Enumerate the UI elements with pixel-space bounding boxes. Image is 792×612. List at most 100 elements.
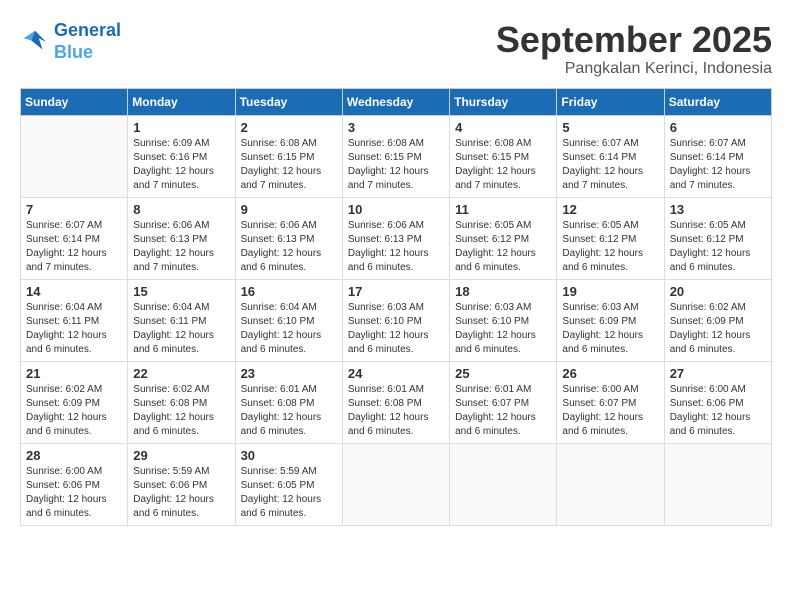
weekday-header-wednesday: Wednesday: [342, 88, 449, 115]
weekday-header-tuesday: Tuesday: [235, 88, 342, 115]
calendar-cell: 23 Sunrise: 6:01 AM Sunset: 6:08 PM Dayli…: [235, 361, 342, 443]
cell-sun-info: Sunrise: 6:02 AM Sunset: 6:09 PM Dayligh…: [26, 383, 122, 439]
calendar-cell: 17Sunrise: 6:03 AM Sunset: 6:10 PM Dayli…: [342, 279, 449, 361]
day-number: 12: [562, 202, 658, 217]
calendar-cell: 26Sunrise: 6:00 AM Sunset: 6:07 PM Dayli…: [557, 361, 664, 443]
calendar-cell: 18 Sunrise: 6:03 AM Sunset: 6:10 PM Dayli…: [450, 279, 557, 361]
calendar-cell: 9 Sunrise: 6:06 AM Sunset: 6:13 PM Daylig…: [235, 197, 342, 279]
logo-text: GeneralBlue: [54, 20, 121, 63]
day-number: 23: [241, 366, 337, 381]
calendar-cell: 3 Sunrise: 6:08 AM Sunset: 6:15 PM Daylig…: [342, 115, 449, 197]
cell-sun-info: Sunrise: 6:07 AM Sunset: 6:14 PM Dayligh…: [562, 137, 658, 193]
cell-sun-info: Sunrise: 6:08 AM Sunset: 6:15 PM Dayligh…: [348, 137, 444, 193]
cell-sun-info: Sunrise: 6:06 AM Sunset: 6:13 PM Dayligh…: [348, 219, 444, 275]
cell-sun-info: Sunrise: 5:59 AM Sunset: 6:06 PM Dayligh…: [133, 465, 229, 521]
cell-sun-info: Sunrise: 6:05 AM Sunset: 6:12 PM Dayligh…: [670, 219, 766, 275]
day-number: 9: [241, 202, 337, 217]
cell-sun-info: Sunrise: 6:04 AM Sunset: 6:11 PM Dayligh…: [26, 301, 122, 357]
day-number: 5: [562, 120, 658, 135]
calendar-cell: 2Sunrise: 6:08 AM Sunset: 6:15 PM Daylig…: [235, 115, 342, 197]
day-number: 11: [455, 202, 551, 217]
day-number: 24: [348, 366, 444, 381]
cell-sun-info: Sunrise: 6:01 AM Sunset: 6:08 PM Dayligh…: [241, 383, 337, 439]
calendar-cell: [342, 443, 449, 525]
calendar-cell: 19Sunrise: 6:03 AM Sunset: 6:09 PM Dayli…: [557, 279, 664, 361]
day-number: 6: [670, 120, 766, 135]
calendar-cell: [450, 443, 557, 525]
calendar-cell: [21, 115, 128, 197]
calendar-cell: 29Sunrise: 5:59 AM Sunset: 6:06 PM Dayli…: [128, 443, 235, 525]
calendar-cell: [664, 443, 771, 525]
day-number: 13: [670, 202, 766, 217]
calendar-cell: 16 Sunrise: 6:04 AM Sunset: 6:10 PM Dayli…: [235, 279, 342, 361]
cell-sun-info: Sunrise: 6:09 AM Sunset: 6:16 PM Dayligh…: [133, 137, 229, 193]
day-number: 27: [670, 366, 766, 381]
calendar-cell: 25 Sunrise: 6:01 AM Sunset: 6:07 PM Dayli…: [450, 361, 557, 443]
calendar-cell: 10Sunrise: 6:06 AM Sunset: 6:13 PM Dayli…: [342, 197, 449, 279]
weekday-header-monday: Monday: [128, 88, 235, 115]
weekday-header-saturday: Saturday: [664, 88, 771, 115]
calendar-cell: [557, 443, 664, 525]
calendar-week-row: 7 Sunrise: 6:07 AM Sunset: 6:14 PM Daylig…: [21, 197, 772, 279]
calendar-cell: 30Sunrise: 5:59 AM Sunset: 6:05 PM Dayli…: [235, 443, 342, 525]
calendar-body: 1 Sunrise: 6:09 AM Sunset: 6:16 PM Daylig…: [21, 115, 772, 525]
day-number: 25: [455, 366, 551, 381]
cell-sun-info: Sunrise: 6:02 AM Sunset: 6:08 PM Dayligh…: [133, 383, 229, 439]
day-number: 15: [133, 284, 229, 299]
logo: GeneralBlue: [20, 20, 121, 63]
cell-sun-info: Sunrise: 6:00 AM Sunset: 6:06 PM Dayligh…: [26, 465, 122, 521]
calendar-cell: 13 Sunrise: 6:05 AM Sunset: 6:12 PM Dayli…: [664, 197, 771, 279]
calendar-cell: 5 Sunrise: 6:07 AM Sunset: 6:14 PM Daylig…: [557, 115, 664, 197]
cell-sun-info: Sunrise: 6:05 AM Sunset: 6:12 PM Dayligh…: [455, 219, 551, 275]
day-number: 1: [133, 120, 229, 135]
day-number: 18: [455, 284, 551, 299]
calendar-cell: 24 Sunrise: 6:01 AM Sunset: 6:08 PM Dayli…: [342, 361, 449, 443]
calendar-cell: 15Sunrise: 6:04 AM Sunset: 6:11 PM Dayli…: [128, 279, 235, 361]
calendar-cell: 7 Sunrise: 6:07 AM Sunset: 6:14 PM Daylig…: [21, 197, 128, 279]
cell-sun-info: Sunrise: 6:05 AM Sunset: 6:12 PM Dayligh…: [562, 219, 658, 275]
calendar-header-row: SundayMondayTuesdayWednesdayThursdayFrid…: [21, 88, 772, 115]
month-title: September 2025: [496, 20, 772, 60]
day-number: 28: [26, 448, 122, 463]
cell-sun-info: Sunrise: 6:03 AM Sunset: 6:09 PM Dayligh…: [562, 301, 658, 357]
calendar-cell: 4 Sunrise: 6:08 AM Sunset: 6:15 PM Daylig…: [450, 115, 557, 197]
cell-sun-info: Sunrise: 6:06 AM Sunset: 6:13 PM Dayligh…: [241, 219, 337, 275]
calendar-week-row: 28 Sunrise: 6:00 AM Sunset: 6:06 PM Dayli…: [21, 443, 772, 525]
day-number: 7: [26, 202, 122, 217]
day-number: 4: [455, 120, 551, 135]
calendar-cell: 11 Sunrise: 6:05 AM Sunset: 6:12 PM Dayli…: [450, 197, 557, 279]
cell-sun-info: Sunrise: 6:08 AM Sunset: 6:15 PM Dayligh…: [241, 137, 337, 193]
weekday-header-thursday: Thursday: [450, 88, 557, 115]
cell-sun-info: Sunrise: 6:08 AM Sunset: 6:15 PM Dayligh…: [455, 137, 551, 193]
day-number: 3: [348, 120, 444, 135]
day-number: 8: [133, 202, 229, 217]
calendar-cell: 8 Sunrise: 6:06 AM Sunset: 6:13 PM Daylig…: [128, 197, 235, 279]
logo-icon: [20, 27, 50, 57]
day-number: 22: [133, 366, 229, 381]
cell-sun-info: Sunrise: 6:07 AM Sunset: 6:14 PM Dayligh…: [26, 219, 122, 275]
calendar-week-row: 1 Sunrise: 6:09 AM Sunset: 6:16 PM Daylig…: [21, 115, 772, 197]
weekday-header-friday: Friday: [557, 88, 664, 115]
calendar-cell: 1 Sunrise: 6:09 AM Sunset: 6:16 PM Daylig…: [128, 115, 235, 197]
cell-sun-info: Sunrise: 6:04 AM Sunset: 6:10 PM Dayligh…: [241, 301, 337, 357]
day-number: 26: [562, 366, 658, 381]
day-number: 21: [26, 366, 122, 381]
cell-sun-info: Sunrise: 6:03 AM Sunset: 6:10 PM Dayligh…: [455, 301, 551, 357]
cell-sun-info: Sunrise: 6:02 AM Sunset: 6:09 PM Dayligh…: [670, 301, 766, 357]
day-number: 16: [241, 284, 337, 299]
cell-sun-info: Sunrise: 6:06 AM Sunset: 6:13 PM Dayligh…: [133, 219, 229, 275]
calendar-cell: 6Sunrise: 6:07 AM Sunset: 6:14 PM Daylig…: [664, 115, 771, 197]
weekday-header-sunday: Sunday: [21, 88, 128, 115]
calendar-week-row: 14 Sunrise: 6:04 AM Sunset: 6:11 PM Dayli…: [21, 279, 772, 361]
day-number: 17: [348, 284, 444, 299]
cell-sun-info: Sunrise: 6:01 AM Sunset: 6:08 PM Dayligh…: [348, 383, 444, 439]
calendar-cell: 22 Sunrise: 6:02 AM Sunset: 6:08 PM Dayli…: [128, 361, 235, 443]
cell-sun-info: Sunrise: 6:00 AM Sunset: 6:06 PM Dayligh…: [670, 383, 766, 439]
day-number: 14: [26, 284, 122, 299]
calendar-cell: 14 Sunrise: 6:04 AM Sunset: 6:11 PM Dayli…: [21, 279, 128, 361]
calendar-cell: 12 Sunrise: 6:05 AM Sunset: 6:12 PM Dayli…: [557, 197, 664, 279]
calendar-cell: 20Sunrise: 6:02 AM Sunset: 6:09 PM Dayli…: [664, 279, 771, 361]
cell-sun-info: Sunrise: 6:01 AM Sunset: 6:07 PM Dayligh…: [455, 383, 551, 439]
day-number: 30: [241, 448, 337, 463]
calendar-cell: 27 Sunrise: 6:00 AM Sunset: 6:06 PM Dayli…: [664, 361, 771, 443]
